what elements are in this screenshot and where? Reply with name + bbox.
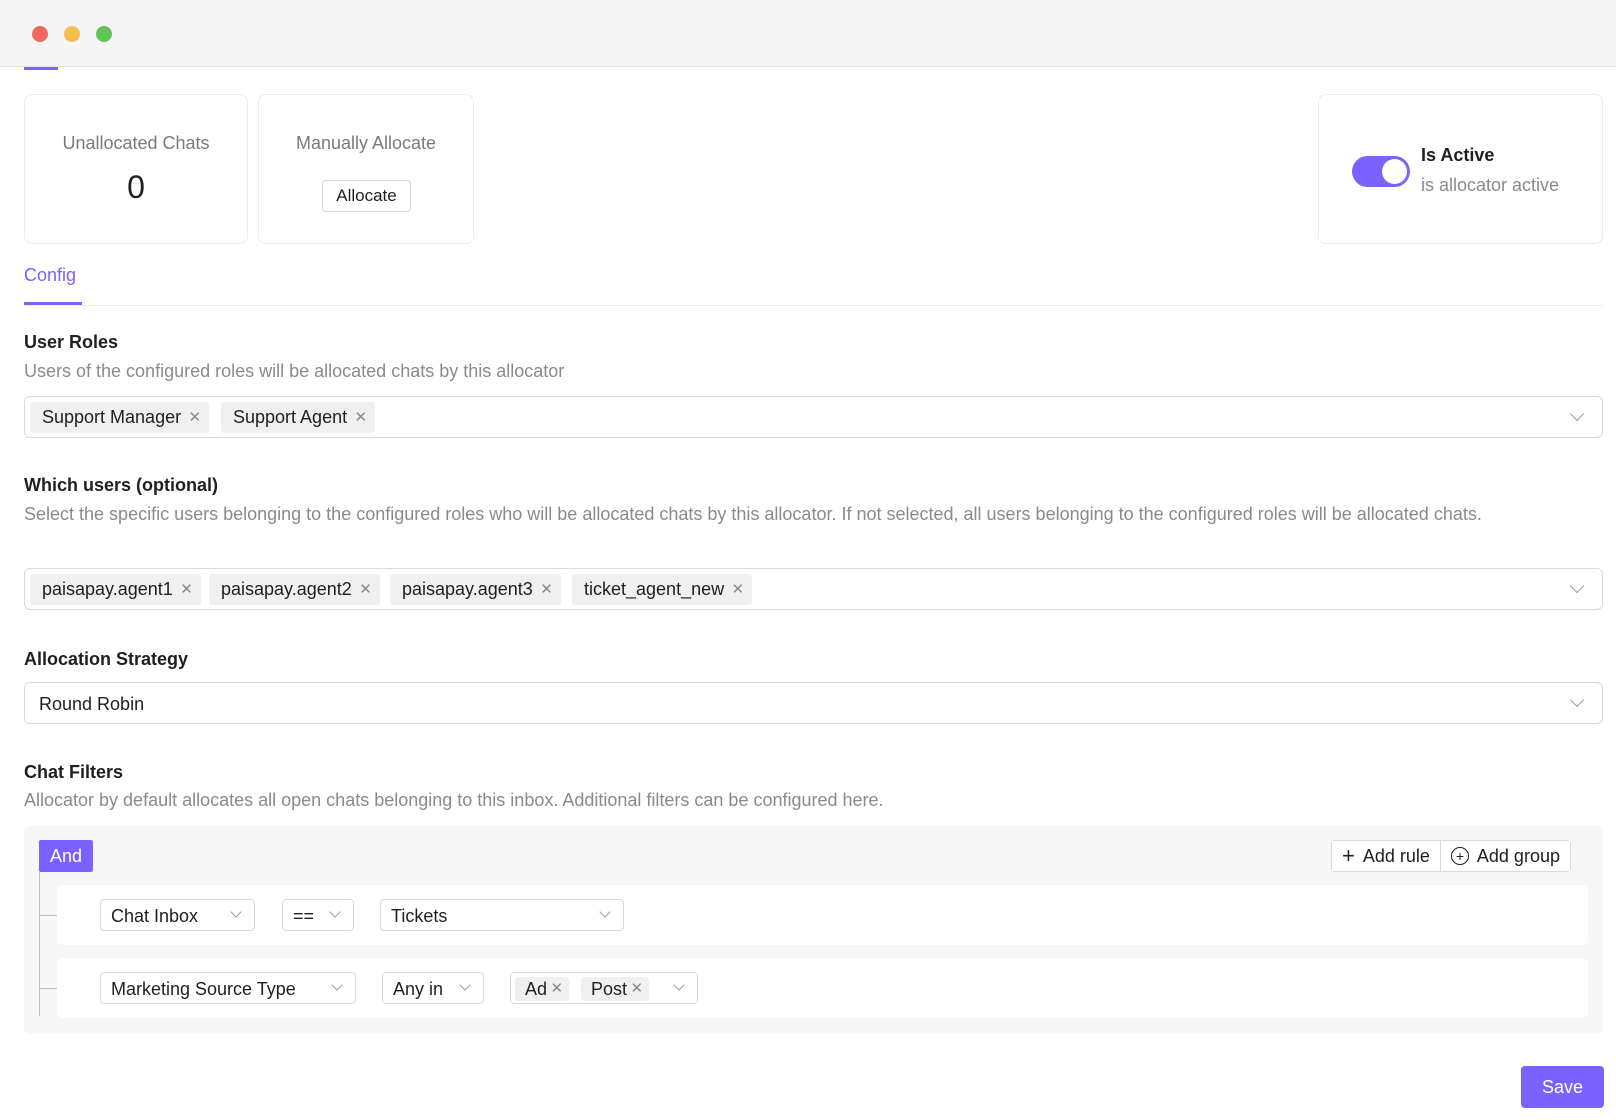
filter-rule: Marketing Source Type Any in Ad ✕ Post ✕ [57,958,1588,1018]
allocation-strategy-value: Round Robin [39,694,145,714]
is-active-toggle[interactable] [1352,156,1410,187]
query-builder: And + Add rule + Add group Chat Inbox ==… [24,826,1603,1034]
rule-value-select[interactable]: Tickets [380,899,624,931]
user-tag-label: paisapay.agent3 [402,579,533,599]
rule-operator-select[interactable]: Any in [382,972,484,1004]
manually-allocate-card: Manually Allocate Allocate [258,94,474,244]
rule-actions: + Add rule + Add group [1331,840,1571,872]
save-button[interactable]: Save [1521,1066,1604,1108]
chevron-down-icon [230,906,242,918]
tree-connector [39,915,57,916]
chevron-down-icon [673,979,685,991]
minimize-window-button[interactable] [64,26,80,42]
remove-tag-icon[interactable]: ✕ [359,574,372,605]
close-window-button[interactable] [32,26,48,42]
is-active-card: Is Active is allocator active [1318,94,1603,244]
rule-operator-value: Any in [393,979,444,999]
user-roles-help: Users of the configured roles will be al… [24,361,565,381]
chevron-down-icon [459,979,471,991]
remove-tag-icon[interactable]: ✕ [550,977,563,1001]
chevron-down-icon [1569,692,1585,708]
add-rule-button[interactable]: + Add rule [1332,841,1440,871]
tab-divider [24,305,1603,306]
rule-field-value: Chat Inbox [111,906,199,926]
rule-value-tag: Post ✕ [581,977,650,1001]
user-role-tag-label: Support Manager [42,407,182,427]
is-active-description: is allocator active [1421,175,1560,195]
tree-connector [39,872,40,1016]
user-roles-select[interactable]: Support Manager ✕ Support Agent ✕ [24,396,1603,438]
user-roles-label: User Roles [24,332,119,352]
user-role-tag: Support Manager ✕ [30,402,210,433]
chevron-down-icon [1569,406,1585,422]
chevron-down-icon [1569,578,1585,594]
user-role-tag: Support Agent ✕ [221,402,376,433]
user-tag-label: paisapay.agent1 [42,579,173,599]
tree-connector [39,988,57,989]
plus-circle-icon: + [1450,847,1469,865]
remove-tag-icon[interactable]: ✕ [180,574,193,605]
add-rule-label: Add rule [1362,845,1430,866]
user-tag: paisapay.agent3 ✕ [390,574,561,605]
user-role-tag-label: Support Agent [233,407,348,427]
user-tag-label: paisapay.agent2 [221,579,352,599]
rule-field-select[interactable]: Chat Inbox [100,899,255,931]
remove-tag-icon[interactable]: ✕ [540,574,553,605]
allocate-button[interactable]: Allocate [322,180,411,212]
chevron-down-icon [331,979,343,991]
user-tag-label: ticket_agent_new [584,579,725,599]
window-titlebar [0,0,1616,67]
add-group-button[interactable]: + Add group [1439,841,1570,871]
which-users-select[interactable]: paisapay.agent1 ✕ paisapay.agent2 ✕ pais… [24,568,1603,610]
active-tab-indicator [24,67,58,70]
remove-tag-icon[interactable]: ✕ [355,402,368,433]
is-active-label: Is Active [1421,145,1495,165]
remove-tag-icon[interactable]: ✕ [189,402,202,433]
rule-operator-select[interactable]: == [282,899,354,931]
rule-value: Tickets [391,906,448,926]
chat-filters-help: Allocator by default allocates all open … [24,790,884,810]
which-users-help: Select the specific users belonging to t… [24,504,1482,524]
rule-values-select[interactable]: Ad ✕ Post ✕ [510,972,698,1004]
chat-filters-label: Chat Filters [24,762,124,782]
unallocated-chats-count: 0 [127,169,145,205]
user-tag: paisapay.agent2 ✕ [209,574,380,605]
user-tag: paisapay.agent1 ✕ [30,574,201,605]
rule-value-tag-label: Ad [525,979,548,999]
plus-icon: + [1342,843,1355,868]
remove-tag-icon[interactable]: ✕ [732,574,745,605]
user-tag: ticket_agent_new ✕ [572,574,753,605]
add-group-label: Add group [1476,845,1560,866]
filter-rule: Chat Inbox == Tickets [57,885,1588,945]
remove-tag-icon[interactable]: ✕ [630,977,643,1001]
rule-value-tag-label: Post [591,979,628,999]
rule-value-tag: Ad ✕ [515,977,570,1001]
combinator-and-button[interactable]: And [39,840,93,872]
rule-field-value: Marketing Source Type [111,979,296,999]
manually-allocate-title: Manually Allocate [295,133,437,153]
tab-config[interactable]: Config [24,265,76,286]
rule-operator-value: == [293,906,315,926]
chevron-down-icon [599,906,611,918]
maximize-window-button[interactable] [96,26,112,42]
allocation-strategy-label: Allocation Strategy [24,649,189,669]
unallocated-chats-card: Unallocated Chats 0 [24,94,248,244]
unallocated-chats-title: Unallocated Chats [62,133,210,153]
chevron-down-icon [329,906,341,918]
allocation-strategy-select[interactable]: Round Robin [24,682,1603,724]
which-users-label: Which users (optional) [24,475,219,495]
toggle-knob [1382,159,1407,184]
rule-field-select[interactable]: Marketing Source Type [100,972,356,1004]
